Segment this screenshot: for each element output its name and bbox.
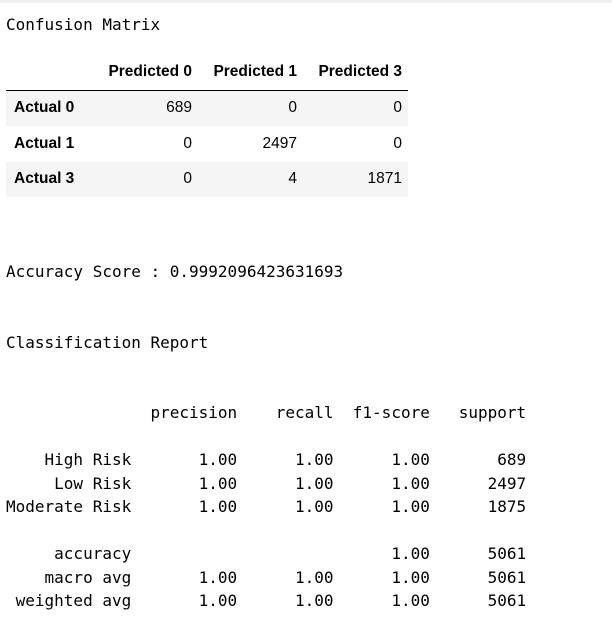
report-summary-row: weighted avg 1.00 1.00 1.00 5061 (6, 591, 527, 610)
table-cell: 689 (166, 99, 192, 117)
column-header-predicted-3: Predicted 3 (303, 54, 408, 91)
report-header-row: precision recall f1-score support (6, 403, 527, 422)
cell-divider (0, 0, 612, 3)
column-header-predicted-1: Predicted 1 (198, 54, 303, 91)
row-header-actual-0: Actual 0 (14, 99, 75, 117)
report-summary-row: accuracy 1.00 5061 (6, 544, 527, 563)
table-row: Actual 1 0 2497 0 (6, 126, 408, 162)
index-header (6, 54, 93, 91)
report-class-row: Low Risk 1.00 1.00 1.00 2497 (6, 473, 527, 493)
row-header-actual-1: Actual 1 (14, 134, 75, 152)
table-cell: 0 (183, 170, 192, 188)
confusion-matrix-title: Confusion Matrix (6, 15, 161, 34)
classification-report-title: Classification Report (6, 332, 209, 352)
table-cell: 2497 (262, 134, 297, 152)
table-cell: 1871 (367, 170, 402, 188)
report-blank-line (6, 425, 526, 449)
report-summary-row: macro avg 1.00 1.00 1.00 5061 (6, 567, 527, 587)
table-cell: 4 (288, 170, 297, 188)
report-class-row: High Risk 1.00 1.00 1.00 689 (6, 450, 527, 469)
report-class-row: Moderate Risk 1.00 1.00 1.00 1875 (6, 497, 527, 516)
report-blank-line (6, 519, 526, 543)
table-cell: 0 (393, 134, 402, 152)
table-cell: 0 (288, 99, 297, 117)
table-row: Actual 3 0 4 1871 (6, 161, 408, 197)
confusion-matrix-table: Predicted 0 Predicted 1 Predicted 3 Actu… (6, 54, 408, 197)
table-row: Actual 0 689 0 0 (6, 90, 408, 126)
table-cell: 0 (183, 134, 192, 152)
table-cell: 0 (393, 99, 402, 117)
column-header-predicted-0: Predicted 0 (93, 54, 198, 91)
classification-report-body: precision recall f1-score support High R… (6, 401, 526, 613)
row-header-actual-3: Actual 3 (14, 170, 75, 188)
classification-output: Accuracy Score : 0.9992096423631693 Clas… (6, 213, 526, 636)
table-header-row: Predicted 0 Predicted 1 Predicted 3 (6, 54, 408, 91)
accuracy-score-line: Accuracy Score : 0.9992096423631693 (6, 262, 344, 281)
